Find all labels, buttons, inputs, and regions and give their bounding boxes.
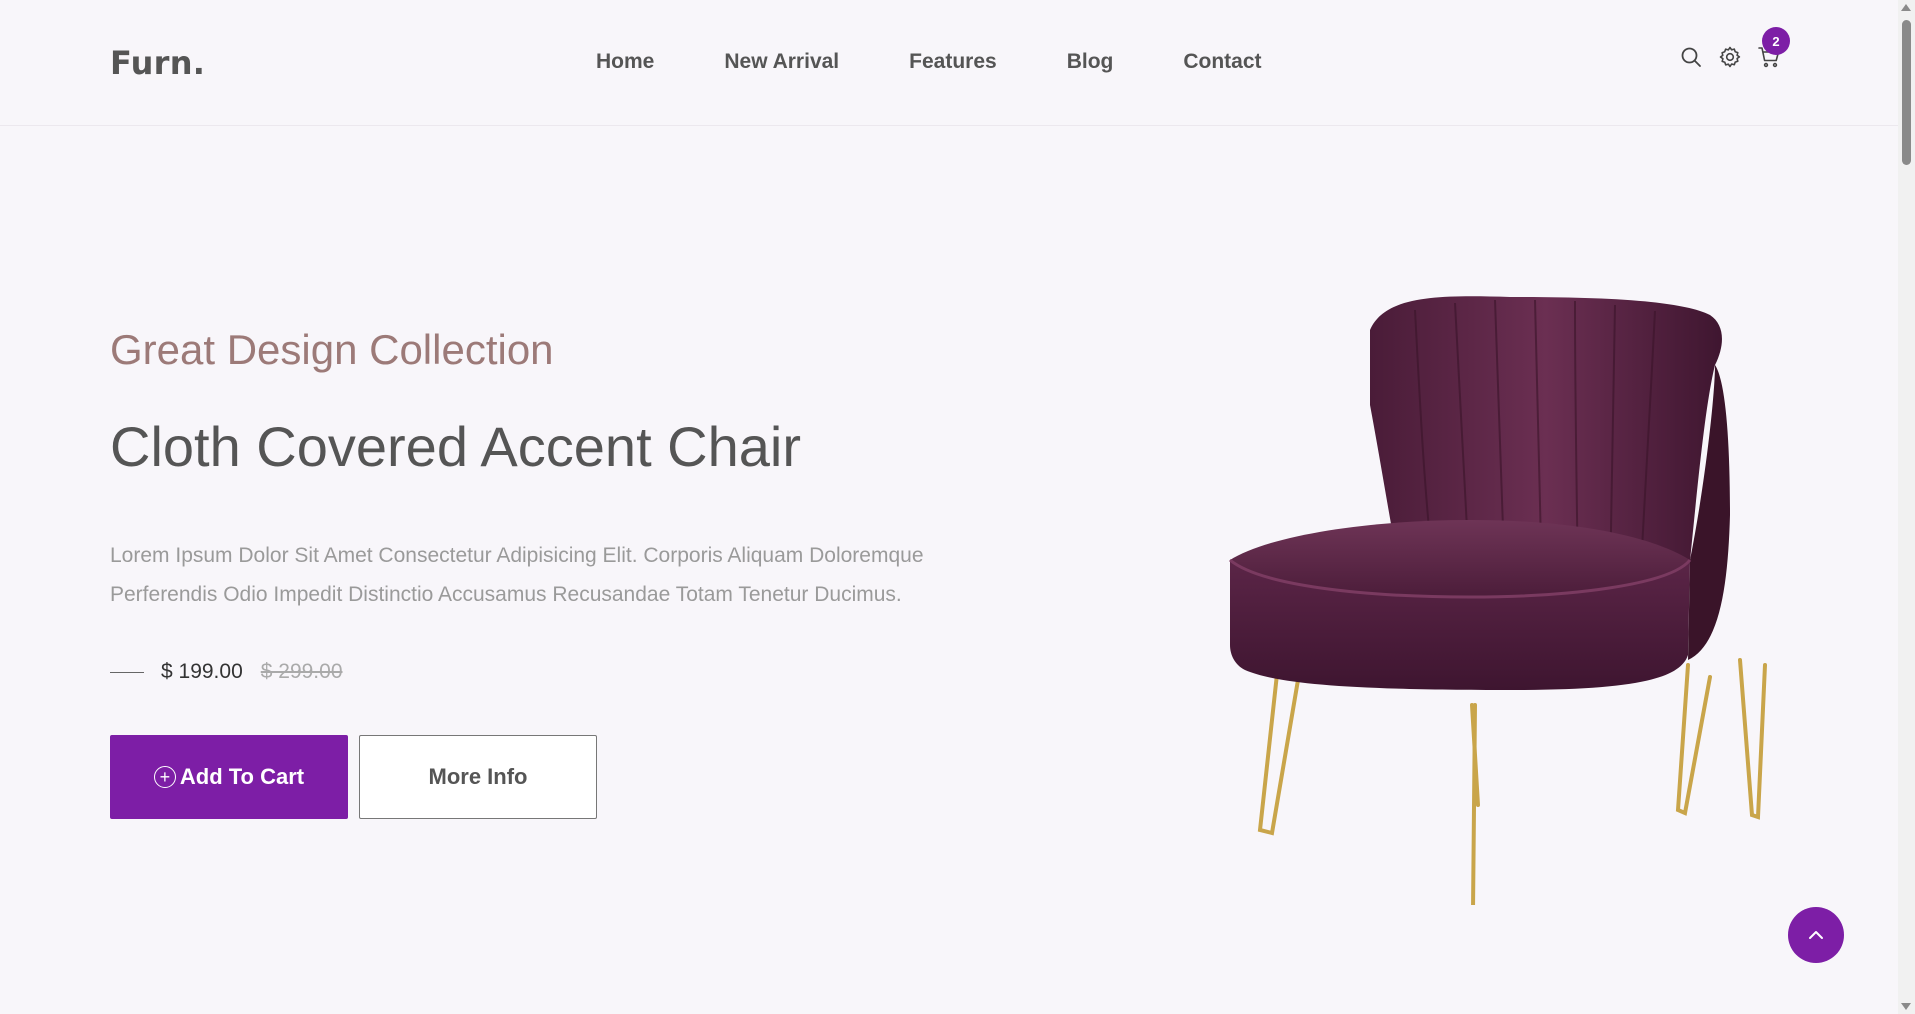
- page-scrollbar[interactable]: [1898, 0, 1915, 1014]
- nav-item-new-arrival[interactable]: New Arrival: [724, 50, 839, 74]
- site-logo[interactable]: Furn.: [110, 44, 205, 82]
- plus-circle-icon: +: [153, 766, 176, 788]
- scroll-down-arrow-icon[interactable]: [1901, 1003, 1911, 1010]
- nav-item-features[interactable]: Features: [909, 50, 997, 74]
- nav-item-home[interactable]: Home: [596, 50, 654, 74]
- site-header: Furn. Home New Arrival Features Blog Con…: [0, 0, 1898, 126]
- scroll-up-arrow-icon[interactable]: [1901, 4, 1911, 11]
- add-to-cart-label: Add To Cart: [179, 764, 305, 789]
- price-row: $ 199.00 $ 299.00: [110, 660, 343, 684]
- search-icon[interactable]: [1678, 44, 1704, 70]
- more-info-button[interactable]: More Info: [359, 735, 597, 819]
- hero-description: Lorem Ipsum Dolor Sit Amet Consectetur A…: [110, 544, 924, 606]
- hero-title: Cloth Covered Accent Chair: [110, 415, 802, 478]
- gear-icon[interactable]: [1717, 44, 1743, 70]
- old-price: $ 299.00: [260, 660, 343, 683]
- hero-subtitle: Great Design Collection: [110, 326, 554, 373]
- nav-item-contact[interactable]: Contact: [1183, 50, 1261, 74]
- cart-count-badge: 2: [1762, 27, 1790, 55]
- chevron-up-icon: [1809, 931, 1823, 939]
- main-nav: Home New Arrival Features Blog Contact: [596, 50, 1262, 74]
- scroll-to-top-button[interactable]: [1788, 907, 1844, 963]
- more-info-label: More Info: [428, 764, 528, 789]
- add-to-cart-button[interactable]: + Add To Cart: [110, 735, 348, 819]
- cart-icon[interactable]: 2: [1756, 27, 1790, 70]
- nav-item-blog[interactable]: Blog: [1067, 50, 1114, 74]
- price-divider: [110, 671, 144, 673]
- current-price: $ 199.00: [161, 660, 243, 683]
- accent-chair-image: [1229, 296, 1767, 905]
- scrollbar-thumb[interactable]: [1902, 20, 1911, 165]
- header-icons: 2: [1678, 27, 1795, 70]
